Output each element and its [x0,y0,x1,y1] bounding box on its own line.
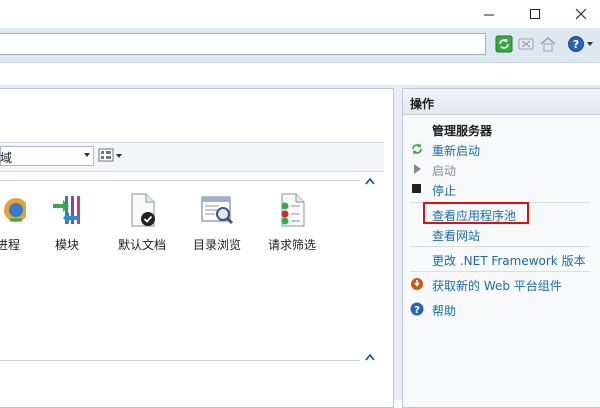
svg-text:?: ? [414,305,420,316]
feature-label: 目录浏览 [192,238,241,252]
worker-processes-icon [0,192,26,228]
action-restart[interactable]: 重新启动 [432,142,480,159]
view-grid-icon [98,148,122,162]
maximize-icon [530,9,540,19]
action-get-web-platform[interactable]: 获取新的 Web 平台组件 [432,277,562,294]
action-help[interactable]: 帮助 [432,302,456,319]
home-icon [540,37,556,52]
actions-title: 操作 [410,97,435,111]
restart-icon [410,142,424,156]
actions-separator [410,271,590,272]
chevron-down-icon [84,153,90,157]
chevron-up-icon [365,177,375,185]
stop-button[interactable] [516,34,536,54]
group-by-combo[interactable] [0,146,94,166]
group-by-value: 域 [0,151,13,165]
action-view-sites[interactable]: 查看网站 [432,227,480,244]
feature-request-filtering[interactable]: 请求筛选 [252,192,332,253]
chevron-up-icon [365,353,375,361]
stop-icon [518,38,534,50]
feature-modules[interactable]: 模块 [27,192,107,253]
feature-directory-browsing[interactable]: 目录浏览 [177,192,257,253]
close-button[interactable] [558,0,600,28]
default-document-icon [124,192,160,228]
stop-square-icon [410,182,424,196]
highlight-box [423,202,529,224]
action-change-dotnet-version[interactable]: 更改 .NET Framework 版本 [432,252,586,269]
feature-label: 模块 [54,238,79,252]
section-divider [0,180,360,181]
help-icon: ? [568,36,593,52]
menu-strip [0,63,600,86]
view-mode-button[interactable] [98,147,124,165]
collapse-section-button[interactable] [364,352,376,362]
feature-label: 默认文档 [117,238,166,252]
directory-browsing-icon [199,192,235,228]
address-input[interactable] [0,33,486,55]
manage-server-heading: 管理服务器 [432,124,493,138]
request-filtering-icon [274,192,310,228]
section-divider [0,360,360,361]
action-start[interactable]: 启动 [432,162,456,179]
actions-separator [410,246,590,247]
feature-default-document[interactable]: 默认文档 [102,192,182,253]
close-icon [575,8,587,20]
home-button[interactable] [538,34,558,54]
help-dropdown-button[interactable]: ? [566,34,598,54]
web-platform-icon [410,277,424,291]
maximize-button[interactable] [512,0,558,28]
collapse-section-button[interactable] [364,176,376,186]
action-stop[interactable]: 停止 [432,182,456,199]
svg-text:?: ? [573,38,579,51]
refresh-button[interactable] [494,34,514,54]
feature-label: 请求筛选 [267,238,316,252]
feature-label: 进程 [0,238,20,252]
help-icon: ? [410,302,424,316]
minimize-icon [484,14,494,16]
modules-icon [49,192,85,228]
start-icon [410,162,424,176]
refresh-icon [495,35,513,53]
minimize-button[interactable] [466,0,512,28]
